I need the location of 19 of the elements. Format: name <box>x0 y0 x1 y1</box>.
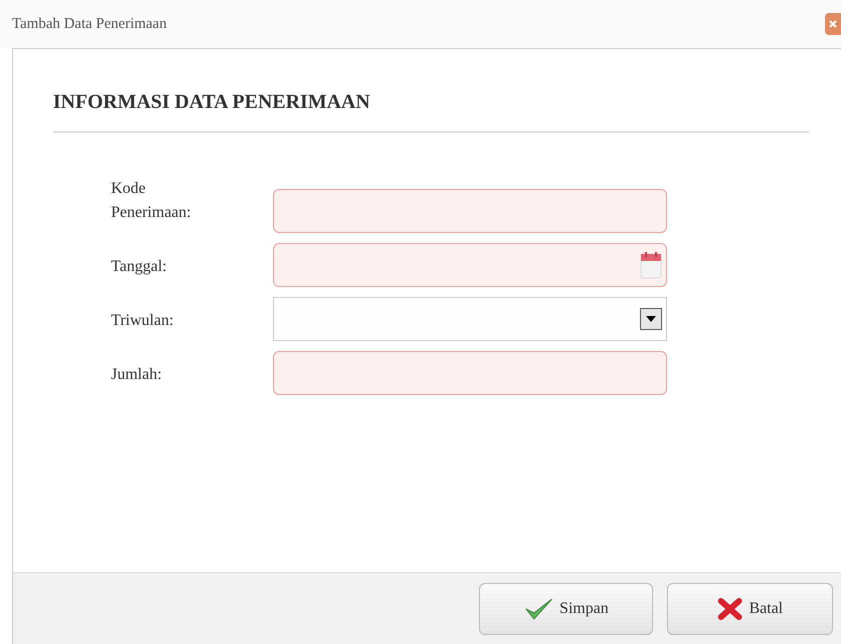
dropdown-field[interactable] <box>273 297 667 341</box>
close-button[interactable] <box>825 13 841 35</box>
field-label: Triwulan: <box>111 311 175 331</box>
field-label: Jumlah: <box>111 365 163 385</box>
section-heading: INFORMASI DATA PENERIMAAN <box>53 87 809 133</box>
dropdown-button[interactable] <box>640 308 662 330</box>
save-button[interactable]: Simpan <box>479 582 653 634</box>
calendar-icon[interactable] <box>640 250 662 280</box>
window-title: Tambah Data Penerimaan <box>12 14 167 34</box>
field-label: Kode Penerimaan: <box>111 179 192 223</box>
cross-icon <box>717 596 744 620</box>
cancel-button[interactable]: Batal <box>667 582 833 634</box>
close-icon <box>828 19 838 29</box>
field-label: Tanggal: <box>111 257 168 277</box>
input-field[interactable] <box>273 189 667 233</box>
caret-icon <box>646 316 656 322</box>
date-field[interactable] <box>273 243 667 287</box>
checkmark-icon <box>524 596 554 620</box>
input-field[interactable] <box>273 351 667 395</box>
